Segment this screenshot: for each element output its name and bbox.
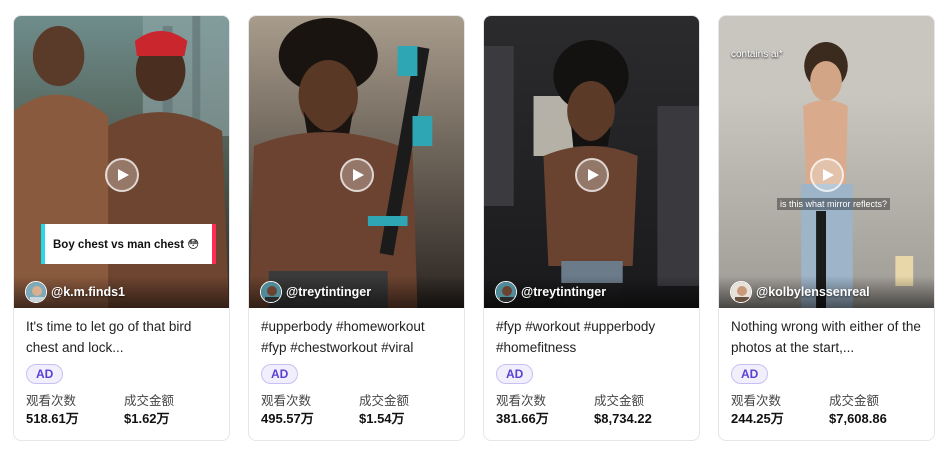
video-thumbnail[interactable]: contains ai* is this what mirror reflect…	[719, 16, 934, 308]
gmv-value: $7,608.86	[829, 411, 887, 426]
avatar[interactable]	[25, 281, 47, 303]
video-stats: 观看次数 244.25万 成交金额 $7,608.86	[731, 393, 934, 429]
video-thumbnail[interactable]: Boy chest vs man chest 😳 @k.m.finds1	[14, 16, 229, 308]
video-thumbnail[interactable]: @treytintinger	[484, 16, 699, 308]
gmv-value: $1.54万	[359, 411, 405, 426]
gmv-value: $1.62万	[124, 411, 170, 426]
video-description: It's time to let go of that bird chest a…	[26, 319, 192, 355]
views-value: 495.57万	[261, 411, 314, 426]
video-stats: 观看次数 495.57万 成交金额 $1.54万	[261, 393, 464, 429]
video-caption-overlay: is this what mirror reflects?	[777, 198, 891, 210]
gmv-stat: 成交金额 $1.62万	[124, 393, 222, 429]
play-icon	[823, 169, 834, 181]
gmv-label: 成交金额	[359, 394, 410, 408]
ad-badge: AD	[261, 364, 299, 384]
views-stat: 观看次数 518.61万	[26, 393, 124, 429]
play-button[interactable]	[339, 158, 374, 192]
views-label: 观看次数	[496, 394, 547, 408]
video-stats: 观看次数 518.61万 成交金额 $1.62万	[26, 393, 229, 429]
video-card[interactable]: Boy chest vs man chest 😳 @k.m.finds1 It'…	[13, 15, 230, 441]
gmv-value: $8,734.22	[594, 411, 652, 426]
ad-badge: AD	[496, 364, 534, 384]
views-stat: 观看次数 495.57万	[261, 393, 359, 429]
play-icon	[353, 169, 364, 181]
views-value: 518.61万	[26, 411, 79, 426]
views-label: 观看次数	[731, 394, 782, 408]
author-bar[interactable]: @kolbylenssenreal	[719, 276, 934, 308]
author-bar[interactable]: @treytintinger	[484, 276, 699, 308]
views-stat: 观看次数 244.25万	[731, 393, 829, 429]
gmv-label: 成交金额	[124, 394, 175, 408]
play-button[interactable]	[574, 158, 609, 192]
ad-badge: AD	[26, 364, 64, 384]
author-bar[interactable]: @treytintinger	[249, 276, 464, 308]
avatar[interactable]	[730, 281, 752, 303]
video-stats: 观看次数 381.66万 成交金额 $8,734.22	[496, 393, 699, 429]
play-icon	[118, 169, 129, 181]
gmv-label: 成交金额	[829, 394, 880, 408]
video-card[interactable]: @treytintinger #fyp #workout #upperbody …	[483, 15, 700, 441]
avatar[interactable]	[260, 281, 282, 303]
ai-content-tag: contains ai*	[731, 49, 783, 60]
video-card[interactable]: contains ai* is this what mirror reflect…	[718, 15, 935, 441]
author-handle[interactable]: @treytintinger	[521, 285, 606, 299]
gmv-stat: 成交金额 $8,734.22	[594, 393, 692, 429]
play-button[interactable]	[809, 158, 844, 192]
gmv-stat: 成交金额 $7,608.86	[829, 393, 927, 429]
author-bar[interactable]: @k.m.finds1	[14, 276, 229, 308]
avatar[interactable]	[495, 281, 517, 303]
video-description: #upperbody #homeworkout #fyp #chestworko…	[261, 319, 425, 355]
video-description: Nothing wrong with either of the photos …	[731, 319, 921, 355]
video-description: #fyp #workout #upperbody #homefitness	[496, 319, 656, 355]
video-caption-overlay: Boy chest vs man chest 😳	[41, 224, 216, 264]
gmv-label: 成交金额	[594, 394, 645, 408]
author-handle[interactable]: @treytintinger	[286, 285, 371, 299]
author-handle[interactable]: @kolbylenssenreal	[756, 285, 870, 299]
views-value: 244.25万	[731, 411, 784, 426]
views-label: 观看次数	[261, 394, 312, 408]
video-card[interactable]: @treytintinger #upperbody #homeworkout #…	[248, 15, 465, 441]
video-thumbnail[interactable]: @treytintinger	[249, 16, 464, 308]
video-card-grid: Boy chest vs man chest 😳 @k.m.finds1 It'…	[13, 15, 935, 441]
author-handle[interactable]: @k.m.finds1	[51, 285, 125, 299]
gmv-stat: 成交金额 $1.54万	[359, 393, 457, 429]
play-button[interactable]	[104, 158, 139, 192]
ad-badge: AD	[731, 364, 769, 384]
views-value: 381.66万	[496, 411, 549, 426]
views-label: 观看次数	[26, 394, 77, 408]
play-icon	[588, 169, 599, 181]
views-stat: 观看次数 381.66万	[496, 393, 594, 429]
